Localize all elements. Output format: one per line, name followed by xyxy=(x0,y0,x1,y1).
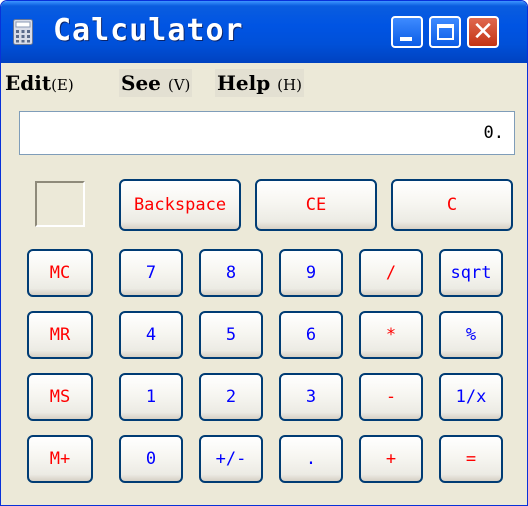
memory-add-button[interactable]: M+ xyxy=(27,435,93,483)
digit-1-button[interactable]: 1 xyxy=(119,373,183,421)
memory-store-button[interactable]: MS xyxy=(27,373,93,421)
minimize-icon xyxy=(400,37,412,41)
menu-help-label: Help xyxy=(217,71,271,95)
maximize-icon xyxy=(437,24,454,40)
digit-6-button[interactable]: 6 xyxy=(279,311,343,359)
menu-edit-key: (E) xyxy=(51,76,74,94)
digit-7-button[interactable]: 7 xyxy=(119,249,183,297)
digit-3-button[interactable]: 3 xyxy=(279,373,343,421)
divide-button[interactable]: / xyxy=(359,249,423,297)
memory-clear-button[interactable]: MC xyxy=(27,249,93,297)
digit-8-button[interactable]: 8 xyxy=(199,249,263,297)
add-button[interactable]: + xyxy=(359,435,423,483)
decimal-point-button[interactable]: . xyxy=(279,435,343,483)
menu-help-key: (H) xyxy=(277,76,302,94)
clear-button[interactable]: C xyxy=(391,179,513,231)
menu-edit[interactable]: Edit(E) xyxy=(3,69,76,97)
close-icon: ✕ xyxy=(472,17,494,47)
digit-2-button[interactable]: 2 xyxy=(199,373,263,421)
digit-4-button[interactable]: 4 xyxy=(119,311,183,359)
close-button[interactable]: ✕ xyxy=(467,16,499,48)
subtract-button[interactable]: - xyxy=(359,373,423,421)
menu-bar: Edit(E) See (V) Help (H) xyxy=(1,65,527,101)
multiply-button[interactable]: * xyxy=(359,311,423,359)
calculator-window: Calculator ✕ Edit(E) See (V) Help (H) 0.… xyxy=(0,0,528,506)
sign-toggle-button[interactable]: +/- xyxy=(199,435,263,483)
backspace-button[interactable]: Backspace xyxy=(119,179,241,231)
menu-see-key: (V) xyxy=(167,76,191,94)
memory-indicator xyxy=(35,181,85,227)
title-bar[interactable]: Calculator ✕ xyxy=(1,1,527,63)
digit-9-button[interactable]: 9 xyxy=(279,249,343,297)
clear-entry-button[interactable]: CE xyxy=(255,179,377,231)
result-display: 0. xyxy=(19,111,515,155)
menu-see[interactable]: See (V) xyxy=(119,69,193,97)
sqrt-button[interactable]: sqrt xyxy=(439,249,503,297)
menu-edit-label: Edit xyxy=(5,71,52,95)
digit-5-button[interactable]: 5 xyxy=(199,311,263,359)
minimize-button[interactable] xyxy=(391,16,423,48)
maximize-button[interactable] xyxy=(429,16,461,48)
menu-help[interactable]: Help (H) xyxy=(215,69,304,97)
memory-recall-button[interactable]: MR xyxy=(27,311,93,359)
menu-see-label: See xyxy=(121,71,161,95)
digit-0-button[interactable]: 0 xyxy=(119,435,183,483)
reciprocal-button[interactable]: 1/x xyxy=(439,373,503,421)
window-title: Calculator xyxy=(53,13,244,48)
calculator-icon xyxy=(13,19,33,45)
percent-button[interactable]: % xyxy=(439,311,503,359)
equals-button[interactable]: = xyxy=(439,435,503,483)
